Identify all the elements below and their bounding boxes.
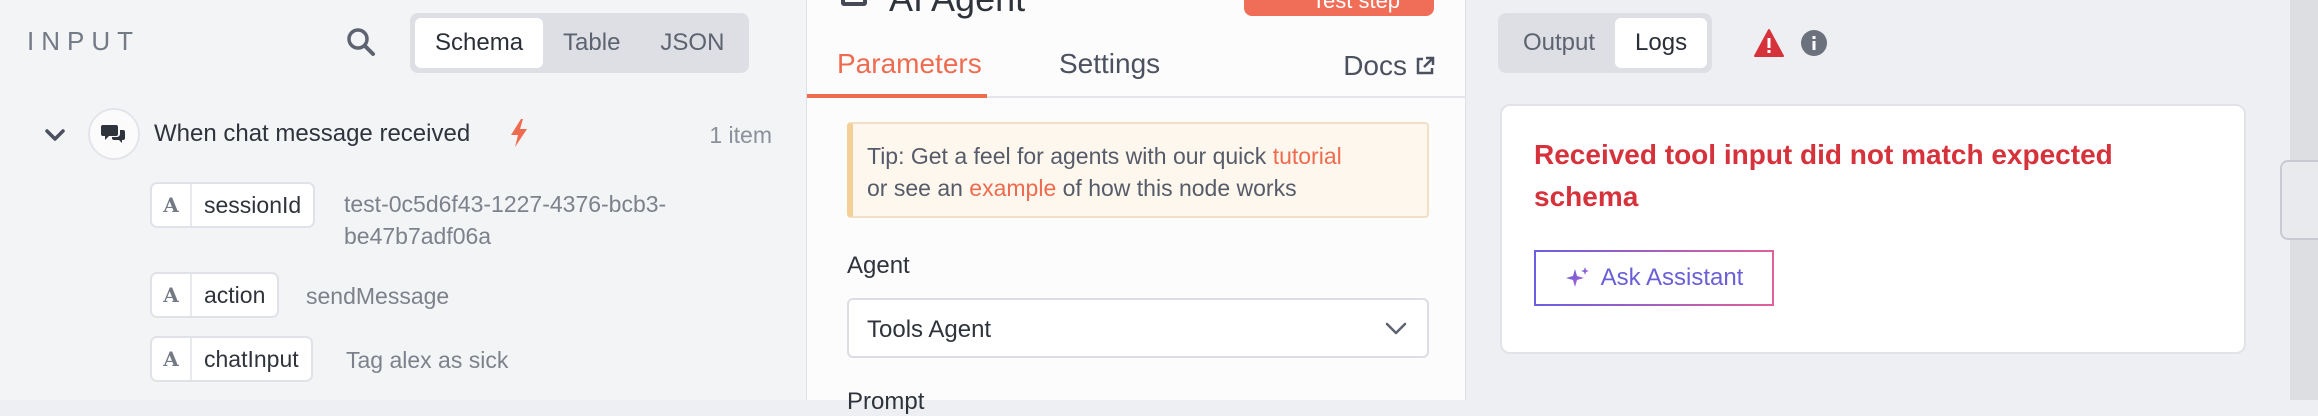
ask-assistant-button[interactable]: Ask Assistant xyxy=(1534,250,1774,306)
tab-settings[interactable]: Settings xyxy=(1059,48,1160,80)
field-name: sessionId xyxy=(204,191,302,218)
tip-text: Tip: Get a feel for agents with our quic… xyxy=(867,143,1273,169)
info-icon[interactable] xyxy=(1800,29,1828,57)
docs-label: Docs xyxy=(1343,50,1407,81)
field-value: sendMessage xyxy=(306,283,450,309)
field-value: test-0c5d6f43-1227-4376-bcb3- xyxy=(344,191,667,217)
trigger-node-label: When chat message received xyxy=(154,120,471,147)
field-pill[interactable]: A sessionId xyxy=(150,182,316,228)
canvas-node-partial[interactable] xyxy=(2280,160,2318,240)
agent-field-label: Agent xyxy=(847,252,910,279)
field-pill[interactable]: A chatInput xyxy=(150,336,313,382)
tab-schema[interactable]: Schema xyxy=(415,18,544,68)
output-mode-toggle: Output Logs xyxy=(1498,13,1713,73)
chat-icon xyxy=(88,108,140,160)
prompt-field-label: Prompt xyxy=(847,388,925,415)
test-step-button[interactable]: Test step xyxy=(1244,0,1434,16)
chevron-down-icon[interactable] xyxy=(42,122,68,148)
string-type-icon: A xyxy=(152,274,192,316)
agent-type-select[interactable]: Tools Agent xyxy=(847,298,1429,358)
agent-type-value: Tools Agent xyxy=(867,316,992,343)
active-tab-indicator xyxy=(807,94,987,98)
node-tabs: Parameters Settings Docs xyxy=(807,40,1465,98)
warning-icon xyxy=(1753,28,1785,58)
tab-logs[interactable]: Logs xyxy=(1615,18,1708,68)
ask-assistant-label: Ask Assistant xyxy=(1600,264,1744,291)
field-value: Tag alex as sick xyxy=(346,347,509,373)
docs-link[interactable]: Docs xyxy=(1343,50,1435,82)
chevron-down-icon xyxy=(1385,322,1407,335)
agent-tip-callout: Tip: Get a feel for agents with our quic… xyxy=(847,122,1429,218)
example-link[interactable]: example xyxy=(969,175,1056,201)
field-name: chatInput xyxy=(204,345,299,372)
search-icon[interactable] xyxy=(345,26,377,58)
error-card: Received tool input did not match expect… xyxy=(1500,104,2246,354)
field-name: action xyxy=(204,281,266,308)
tab-parameters[interactable]: Parameters xyxy=(837,48,982,80)
test-step-label: Test step xyxy=(1312,0,1401,13)
item-count: 1 item xyxy=(709,122,772,148)
agent-node-icon xyxy=(841,0,867,6)
node-parameters-panel: AI Agent Test step Parameters Settings D… xyxy=(806,0,1466,415)
tutorial-link[interactable]: tutorial xyxy=(1273,143,1342,169)
trigger-node-row[interactable]: When chat message received 1 item xyxy=(38,108,772,162)
tab-output[interactable]: Output xyxy=(1503,18,1615,68)
string-type-icon: A xyxy=(152,184,192,226)
field-pill[interactable]: A action xyxy=(150,272,280,318)
string-type-icon: A xyxy=(152,338,192,380)
node-title: AI Agent xyxy=(889,0,1025,20)
tip-text: of how this node works xyxy=(1056,175,1297,201)
input-panel: INPUT Schema Table JSON When chat messag… xyxy=(0,0,806,400)
input-panel-title: INPUT xyxy=(27,26,140,56)
external-link-icon xyxy=(1416,56,1435,75)
bolt-icon xyxy=(508,118,530,148)
output-panel: Output Logs Received tool input did not … xyxy=(1466,0,2290,400)
error-message: Received tool input did not match expect… xyxy=(1534,139,2113,212)
field-value-continued: be47b7adf06a xyxy=(344,223,492,249)
tab-table[interactable]: Table xyxy=(543,18,640,68)
tab-json[interactable]: JSON xyxy=(640,18,744,68)
view-mode-toggle: Schema Table JSON xyxy=(410,13,750,73)
tip-text: or see an xyxy=(867,175,970,201)
sparkle-icon xyxy=(1565,267,1589,287)
